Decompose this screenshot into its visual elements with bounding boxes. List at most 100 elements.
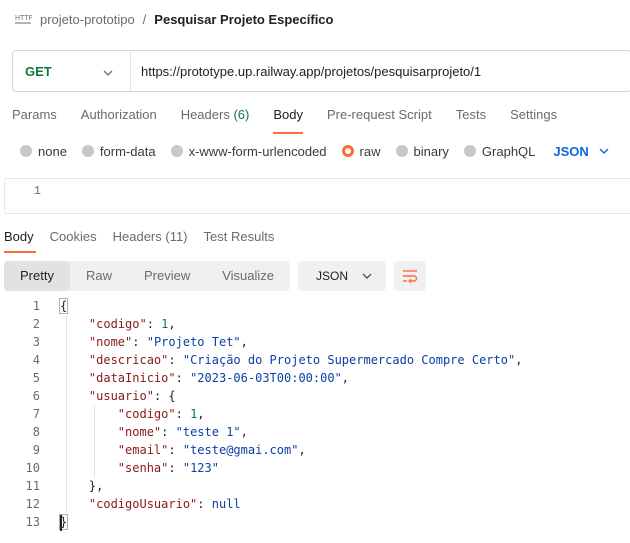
- line-number: 6: [32, 389, 40, 403]
- radio-label: GraphQL: [481, 143, 536, 159]
- code-text: "usuario": {: [88, 389, 176, 403]
- tab-label: Body: [273, 107, 303, 122]
- wrap-lines-button[interactable]: [394, 261, 427, 291]
- code-line: 5 "dataInicio": "2023-06-03T00:00:00",: [0, 369, 630, 387]
- radio-label: none: [38, 143, 67, 159]
- code-text: "email": "teste@gmai.com",: [117, 443, 306, 457]
- code-text: },: [88, 479, 104, 493]
- tab-authorization[interactable]: Authorization: [69, 100, 169, 130]
- text-cursor: [60, 515, 62, 531]
- code-line: 2 "codigo": 1,: [0, 315, 630, 333]
- tab-params[interactable]: Params: [0, 100, 69, 130]
- tab-response-headers[interactable]: Headers (11): [109, 226, 196, 250]
- method-label: GET: [25, 63, 52, 79]
- tab-response-body[interactable]: Body: [0, 226, 42, 253]
- method-select[interactable]: GET: [13, 51, 131, 91]
- tab-label: Settings: [510, 107, 558, 122]
- view-preview-button[interactable]: Preview: [128, 261, 206, 291]
- tab-cookies[interactable]: Cookies: [46, 226, 105, 250]
- breadcrumb: HTTP projeto-prototipo / Pesquisar Proje…: [14, 8, 333, 30]
- code-line: 7 "codigo": 1,: [0, 405, 630, 423]
- response-format-select[interactable]: JSON: [298, 261, 387, 291]
- http-icon: HTTP: [14, 11, 32, 27]
- request-tabs: Params Authorization Headers (6) Body Pr…: [0, 100, 569, 134]
- line-number: 1: [32, 299, 40, 313]
- raw-format-label: JSON: [553, 143, 589, 159]
- chevron-down-icon: [103, 66, 113, 81]
- line-number: 9: [32, 443, 40, 457]
- code-text: "nome": "Projeto Tet",: [88, 335, 248, 349]
- headers-count: (6): [233, 107, 250, 122]
- response-body-viewer[interactable]: 1{2 "codigo": 1, 3 "nome": "Projeto Tet",…: [0, 297, 630, 531]
- radio-icon: [395, 145, 408, 157]
- request-name[interactable]: Pesquisar Projeto Específico: [154, 12, 333, 27]
- radio-icon: [170, 145, 183, 157]
- tab-label: Params: [12, 107, 57, 122]
- body-type-urlencoded[interactable]: x-www-form-urlencoded: [170, 143, 327, 159]
- line-number: 2: [32, 317, 40, 331]
- line-number: 8: [32, 425, 40, 439]
- svg-text:HTTP: HTTP: [15, 15, 32, 22]
- code-line: 1{: [0, 297, 630, 315]
- tab-headers[interactable]: Headers (6): [169, 100, 262, 130]
- code-line: 8 "nome": "teste 1",: [0, 423, 630, 441]
- code-text: "dataInicio": "2023-06-03T00:00:00",: [88, 371, 350, 385]
- tab-settings[interactable]: Settings: [498, 100, 569, 130]
- view-raw-button[interactable]: Raw: [70, 261, 128, 291]
- tab-label: Body: [4, 229, 34, 244]
- body-type-graphql[interactable]: GraphQL: [463, 143, 536, 159]
- tab-test-results[interactable]: Test Results: [200, 226, 283, 250]
- breadcrumb-collection[interactable]: projeto-prototipo: [40, 12, 135, 27]
- line-number: 4: [32, 353, 40, 367]
- radio-label: binary: [413, 143, 449, 159]
- view-visualize-button[interactable]: Visualize: [206, 261, 290, 291]
- url-input[interactable]: [131, 51, 630, 91]
- response-view-bar: Pretty Raw Preview Visualize JSON: [4, 261, 427, 291]
- body-type-form-data[interactable]: form-data: [81, 144, 156, 159]
- tab-body[interactable]: Body: [261, 100, 315, 134]
- line-number: 12: [25, 497, 40, 511]
- code-line: 11 },: [0, 477, 630, 495]
- view-pretty-button[interactable]: Pretty: [4, 261, 70, 291]
- code-line: 4 "descricao": "Criação do Projeto Super…: [0, 351, 630, 369]
- response-lines: 1{2 "codigo": 1, 3 "nome": "Projeto Tet",…: [0, 297, 630, 531]
- body-type-selector: none form-data x-www-form-urlencoded raw…: [20, 140, 609, 162]
- line-number: 1: [33, 184, 41, 198]
- line-number: 5: [32, 371, 40, 385]
- line-number: 7: [32, 407, 40, 421]
- url-bar: GET: [12, 50, 630, 92]
- radio-label: x-www-form-urlencoded: [188, 143, 327, 159]
- tab-label: Authorization: [80, 107, 157, 122]
- chevron-down-icon: [599, 148, 609, 154]
- code-line: 10 "senha": "123": [0, 459, 630, 477]
- line-number: 3: [32, 335, 40, 349]
- line-number: 13: [25, 515, 40, 529]
- response-tabs: Body Cookies Headers (11) Test Results: [0, 226, 286, 253]
- response-format-label: JSON: [316, 269, 349, 283]
- code-text: "codigo": 1,: [117, 407, 205, 421]
- radio-checked-icon: [341, 145, 354, 157]
- code-line: 3 "nome": "Projeto Tet",: [0, 333, 630, 351]
- code-text: "senha": "123": [117, 461, 219, 475]
- tab-label: Headers: [180, 107, 230, 122]
- radio-icon: [463, 145, 476, 157]
- body-type-binary[interactable]: binary: [395, 143, 449, 159]
- code-text: "descricao": "Criação do Projeto Superme…: [88, 353, 523, 367]
- request-body-editor[interactable]: 1: [4, 178, 630, 214]
- code-text: "codigo": 1,: [88, 317, 176, 331]
- code-text: "codigoUsuario": null: [88, 497, 241, 511]
- tab-label: Cookies: [49, 229, 97, 244]
- body-type-none[interactable]: none: [20, 144, 67, 159]
- tab-pre-request-script[interactable]: Pre-request Script: [315, 100, 444, 130]
- raw-format-select[interactable]: JSON: [553, 143, 609, 159]
- code-line: 13}: [0, 513, 630, 531]
- chevron-down-icon: [362, 273, 372, 279]
- wrap-lines-icon: [403, 270, 418, 283]
- code-line: 6 "usuario": {: [0, 387, 630, 405]
- radio-icon: [20, 145, 32, 157]
- tab-tests[interactable]: Tests: [444, 100, 498, 130]
- code-line: 9 "email": "teste@gmai.com",: [0, 441, 630, 459]
- body-type-raw[interactable]: raw: [341, 144, 381, 159]
- code-text: "nome": "teste 1",: [117, 425, 248, 439]
- breadcrumb-separator: /: [142, 11, 147, 27]
